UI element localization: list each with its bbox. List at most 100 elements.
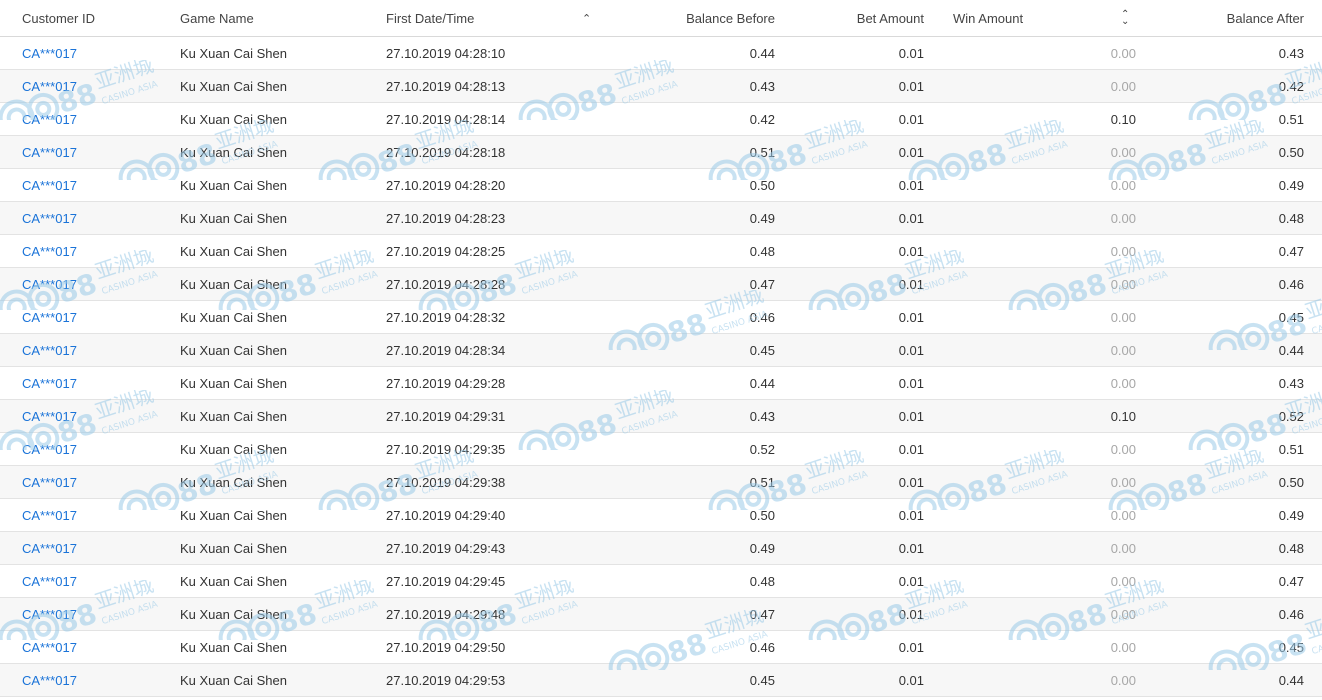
- customer-id-link[interactable]: CA***017: [22, 202, 77, 234]
- customer-id-link[interactable]: CA***017: [22, 37, 77, 69]
- table-row[interactable]: CA***017 Ku Xuan Cai Shen 27.10.2019 04:28…: [0, 103, 1322, 136]
- customer-id-link[interactable]: CA***017: [22, 103, 77, 135]
- column-header-game-name[interactable]: Game Name: [180, 0, 254, 36]
- balance-after-cell: 0.46: [1278, 606, 1304, 622]
- balance-after-cell: 0.47: [1278, 243, 1304, 259]
- balance-after-cell: 0.48: [1278, 210, 1304, 226]
- customer-id-link[interactable]: CA***017: [22, 169, 77, 201]
- bet-amount-cell: 0.01: [898, 606, 924, 622]
- balance-before-cell: 0.49: [749, 540, 775, 556]
- bet-amount-cell: 0.01: [898, 243, 924, 259]
- customer-id-link[interactable]: CA***017: [22, 631, 77, 663]
- table-row[interactable]: CA***017 Ku Xuan Cai Shen 27.10.2019 04:28…: [0, 235, 1322, 268]
- customer-id-link[interactable]: CA***017: [22, 136, 77, 168]
- column-header-customer-id[interactable]: Customer ID: [22, 0, 95, 36]
- customer-id-link[interactable]: CA***017: [22, 565, 77, 597]
- column-header-balance-after[interactable]: Balance After: [1227, 0, 1304, 36]
- customer-id-link[interactable]: CA***017: [22, 532, 77, 564]
- datetime-cell: 27.10.2019 04:28:34: [386, 342, 506, 358]
- customer-id-link[interactable]: CA***017: [22, 334, 77, 366]
- balance-after-cell: 0.45: [1278, 309, 1304, 325]
- balance-before-cell: 0.45: [749, 672, 775, 688]
- customer-id-link[interactable]: CA***017: [22, 664, 77, 696]
- column-header-bet-amount[interactable]: Bet Amount: [857, 0, 924, 36]
- sort-ascending-icon[interactable]: ⌃: [582, 0, 591, 36]
- balance-after-cell: 0.44: [1278, 672, 1304, 688]
- datetime-cell: 27.10.2019 04:28:23: [386, 210, 506, 226]
- game-name-cell: Ku Xuan Cai Shen: [180, 342, 287, 358]
- balance-before-cell: 0.49: [749, 210, 775, 226]
- balance-after-cell: 0.42: [1278, 78, 1304, 94]
- table-row[interactable]: CA***017 Ku Xuan Cai Shen 27.10.2019 04:29…: [0, 631, 1322, 664]
- win-amount-cell: 0.00: [1110, 573, 1136, 589]
- customer-id-link[interactable]: CA***017: [22, 400, 77, 432]
- table-row[interactable]: CA***017 Ku Xuan Cai Shen 27.10.2019 04:29…: [0, 367, 1322, 400]
- table-row[interactable]: CA***017 Ku Xuan Cai Shen 27.10.2019 04:28…: [0, 202, 1322, 235]
- table-header: Customer ID Game Name First Date/Time ⌃ …: [0, 0, 1322, 37]
- column-header-first-datetime[interactable]: First Date/Time: [386, 0, 474, 36]
- win-amount-cell: 0.00: [1110, 639, 1136, 655]
- datetime-cell: 27.10.2019 04:28:14: [386, 111, 506, 127]
- balance-after-cell: 0.43: [1278, 45, 1304, 61]
- datetime-cell: 27.10.2019 04:28:25: [386, 243, 506, 259]
- customer-id-link[interactable]: CA***017: [22, 268, 77, 300]
- table-row[interactable]: CA***017 Ku Xuan Cai Shen 27.10.2019 04:29…: [0, 433, 1322, 466]
- bet-amount-cell: 0.01: [898, 474, 924, 490]
- customer-id-link[interactable]: CA***017: [22, 433, 77, 465]
- table-row[interactable]: CA***017 Ku Xuan Cai Shen 27.10.2019 04:28…: [0, 169, 1322, 202]
- datetime-cell: 27.10.2019 04:28:28: [386, 276, 506, 292]
- bet-amount-cell: 0.01: [898, 672, 924, 688]
- bet-amount-cell: 0.01: [898, 78, 924, 94]
- balance-before-cell: 0.52: [749, 441, 775, 457]
- game-name-cell: Ku Xuan Cai Shen: [180, 375, 287, 391]
- table-row[interactable]: CA***017 Ku Xuan Cai Shen 27.10.2019 04:29…: [0, 400, 1322, 433]
- column-header-win-amount[interactable]: Win Amount: [953, 0, 1023, 36]
- game-name-cell: Ku Xuan Cai Shen: [180, 441, 287, 457]
- table-row[interactable]: CA***017 Ku Xuan Cai Shen 27.10.2019 04:29…: [0, 598, 1322, 631]
- transactions-table: Customer ID Game Name First Date/Time ⌃ …: [0, 0, 1322, 697]
- balance-before-cell: 0.47: [749, 606, 775, 622]
- win-amount-cell: 0.00: [1110, 441, 1136, 457]
- customer-id-link[interactable]: CA***017: [22, 367, 77, 399]
- win-amount-cell: 0.00: [1110, 45, 1136, 61]
- balance-after-cell: 0.43: [1278, 375, 1304, 391]
- balance-before-cell: 0.42: [749, 111, 775, 127]
- table-row[interactable]: CA***017 Ku Xuan Cai Shen 27.10.2019 04:29…: [0, 532, 1322, 565]
- table-row[interactable]: CA***017 Ku Xuan Cai Shen 27.10.2019 04:28…: [0, 70, 1322, 103]
- datetime-cell: 27.10.2019 04:29:35: [386, 441, 506, 457]
- table-row[interactable]: CA***017 Ku Xuan Cai Shen 27.10.2019 04:28…: [0, 301, 1322, 334]
- bet-amount-cell: 0.01: [898, 342, 924, 358]
- win-amount-cell: 0.10: [1110, 111, 1136, 127]
- column-header-balance-before[interactable]: Balance Before: [686, 0, 775, 36]
- customer-id-link[interactable]: CA***017: [22, 235, 77, 267]
- customer-id-link[interactable]: CA***017: [22, 466, 77, 498]
- bet-amount-cell: 0.01: [898, 144, 924, 160]
- win-amount-cell: 0.00: [1110, 342, 1136, 358]
- bet-amount-cell: 0.01: [898, 177, 924, 193]
- table-row[interactable]: CA***017 Ku Xuan Cai Shen 27.10.2019 04:29…: [0, 565, 1322, 598]
- bet-amount-cell: 0.01: [898, 111, 924, 127]
- table-row[interactable]: CA***017 Ku Xuan Cai Shen 27.10.2019 04:29…: [0, 499, 1322, 532]
- win-amount-cell: 0.00: [1110, 309, 1136, 325]
- balance-after-cell: 0.50: [1278, 144, 1304, 160]
- balance-before-cell: 0.51: [749, 474, 775, 490]
- balance-after-cell: 0.51: [1278, 441, 1304, 457]
- customer-id-link[interactable]: CA***017: [22, 70, 77, 102]
- customer-id-link[interactable]: CA***017: [22, 598, 77, 630]
- balance-after-cell: 0.45: [1278, 639, 1304, 655]
- table-row[interactable]: CA***017 Ku Xuan Cai Shen 27.10.2019 04:29…: [0, 664, 1322, 697]
- customer-id-link[interactable]: CA***017: [22, 301, 77, 333]
- datetime-cell: 27.10.2019 04:29:38: [386, 474, 506, 490]
- customer-id-link[interactable]: CA***017: [22, 499, 77, 531]
- balance-before-cell: 0.44: [749, 375, 775, 391]
- table-row[interactable]: CA***017 Ku Xuan Cai Shen 27.10.2019 04:29…: [0, 466, 1322, 499]
- balance-before-cell: 0.51: [749, 144, 775, 160]
- win-amount-cell: 0.00: [1110, 606, 1136, 622]
- game-name-cell: Ku Xuan Cai Shen: [180, 111, 287, 127]
- game-name-cell: Ku Xuan Cai Shen: [180, 639, 287, 655]
- table-row[interactable]: CA***017 Ku Xuan Cai Shen 27.10.2019 04:28…: [0, 268, 1322, 301]
- table-row[interactable]: CA***017 Ku Xuan Cai Shen 27.10.2019 04:28…: [0, 136, 1322, 169]
- sort-toggle-icon[interactable]: ⌃ ⌄: [1121, 0, 1129, 36]
- table-row[interactable]: CA***017 Ku Xuan Cai Shen 27.10.2019 04:28…: [0, 334, 1322, 367]
- table-row[interactable]: CA***017 Ku Xuan Cai Shen 27.10.2019 04:28…: [0, 37, 1322, 70]
